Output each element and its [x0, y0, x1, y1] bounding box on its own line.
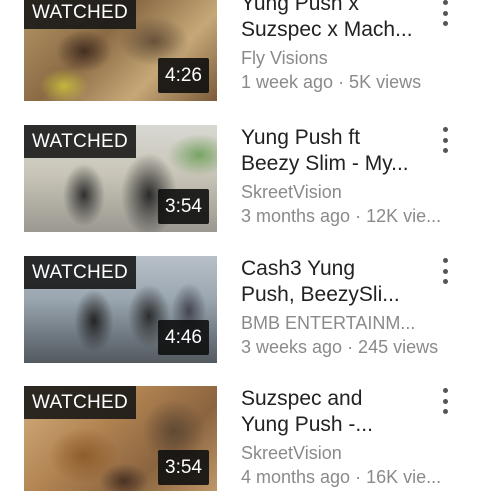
video-item[interactable]: WATCHED 4:46 Cash3 Yung Push, BeezySli..… [0, 256, 479, 376]
more-vert-icon[interactable] [433, 386, 457, 416]
video-title-line2[interactable]: Push, BeezySli... [241, 282, 441, 308]
video-title-line1[interactable]: Suzspec and [241, 386, 441, 412]
menu-dot [442, 127, 448, 132]
video-title-line2[interactable]: Yung Push -... [241, 412, 441, 438]
menu-dot [442, 279, 448, 284]
menu-dot [442, 398, 448, 404]
channel-name[interactable]: Fly Visions [241, 46, 441, 70]
menu-dot [442, 409, 448, 414]
video-duration: 4:26 [158, 58, 209, 93]
video-thumbnail[interactable]: WATCHED 4:26 [24, 0, 217, 101]
video-duration: 4:46 [158, 320, 209, 355]
video-meta: Cash3 Yung Push, BeezySli... BMB ENTERTA… [241, 256, 441, 359]
watched-badge: WATCHED [24, 256, 137, 289]
more-vert-icon[interactable] [433, 125, 457, 155]
video-list: WATCHED 4:26 Yung Push x Suzspec x Mach.… [0, 0, 479, 491]
channel-name[interactable]: BMB ENTERTAINM... [241, 311, 441, 335]
video-duration: 3:54 [158, 189, 209, 224]
channel-name[interactable]: SkreetVision [241, 441, 441, 465]
watched-badge: WATCHED [24, 125, 137, 158]
menu-dot [442, 388, 448, 393]
menu-dot [442, 0, 448, 5]
menu-dot [442, 258, 448, 263]
menu-dot [442, 137, 448, 143]
more-vert-icon[interactable] [433, 0, 457, 28]
video-title-line2[interactable]: Beezy Slim - My... [241, 151, 441, 177]
menu-dot [442, 268, 448, 274]
watched-badge: WATCHED [24, 0, 137, 29]
menu-dot [442, 21, 448, 26]
video-title-line1[interactable]: Yung Push x [241, 0, 441, 17]
video-thumbnail[interactable]: WATCHED 4:46 [24, 256, 217, 363]
menu-dot [442, 10, 448, 16]
video-meta: Yung Push x Suzspec x Mach... Fly Vision… [241, 0, 441, 94]
video-thumbnail[interactable]: WATCHED 3:54 [24, 125, 217, 232]
video-stats: 3 months ago · 12K vie... [241, 206, 442, 226]
video-thumbnail[interactable]: WATCHED 3:54 [24, 386, 217, 491]
video-meta: Yung Push ft Beezy Slim - My... SkreetVi… [241, 125, 441, 228]
video-title-line2[interactable]: Suzspec x Mach... [241, 17, 441, 43]
video-item[interactable]: WATCHED 3:54 Yung Push ft Beezy Slim - M… [0, 125, 479, 245]
menu-dot [442, 148, 448, 153]
more-vert-icon[interactable] [433, 256, 457, 286]
video-item[interactable]: WATCHED 4:26 Yung Push x Suzspec x Mach.… [0, 0, 479, 112]
video-meta: Suzspec and Yung Push -... SkreetVision … [241, 386, 441, 489]
video-title-line1[interactable]: Yung Push ft [241, 125, 441, 151]
watched-badge: WATCHED [24, 386, 137, 419]
video-duration: 3:54 [158, 450, 209, 485]
video-stats: 4 months ago · 16K vie... [241, 467, 442, 487]
channel-name[interactable]: SkreetVision [241, 180, 441, 204]
video-title-line1[interactable]: Cash3 Yung [241, 256, 441, 282]
video-item[interactable]: WATCHED 3:54 Suzspec and Yung Push -... … [0, 386, 479, 491]
video-stats: 1 week ago · 5K views [241, 72, 422, 92]
video-stats: 3 weeks ago · 245 views [241, 337, 439, 357]
